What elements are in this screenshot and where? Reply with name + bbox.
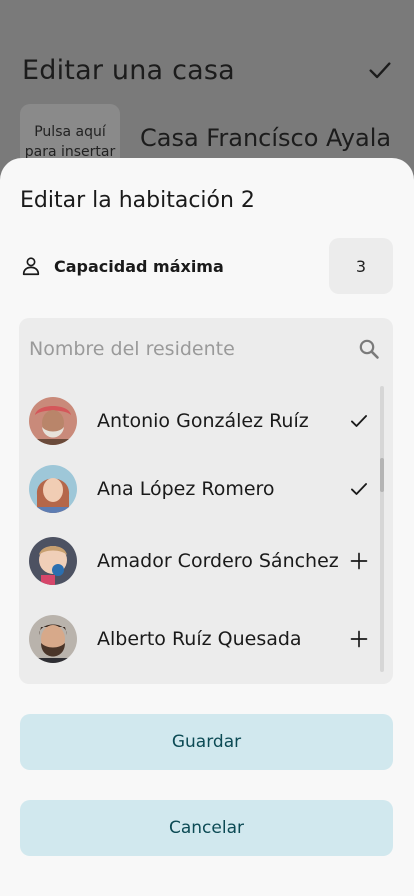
avatar [29,397,77,445]
capacity-value-field[interactable]: 3 [329,238,393,294]
resident-name: Amador Cordero Sánchez [97,550,339,572]
background-title: Editar una casa [22,54,235,86]
plus-icon[interactable] [339,541,379,581]
resident-name: Alberto Ruíz Quesada [97,628,302,650]
scrollbar-thumb[interactable] [380,458,384,492]
avatar [29,465,77,513]
edit-room-sheet: Editar la habitación 2 Capacidad máxima … [0,158,414,896]
house-name: Casa Francísco Ayala [140,124,392,152]
person-icon [22,257,40,276]
resident-list-item[interactable]: Alberto Ruíz Quesada [29,611,379,667]
resident-name: Ana López Romero [97,478,275,500]
capacity-label: Capacidad máxima [54,256,224,276]
resident-list: Antonio González Ruíz Ana López Romero A… [19,388,379,684]
background-header: Editar una casa [22,50,394,90]
residents-panel: Antonio González Ruíz Ana López Romero [19,318,393,684]
confirm-check-icon[interactable] [366,56,394,84]
check-icon[interactable] [339,469,379,509]
save-button[interactable]: Guardar [20,714,393,770]
resident-list-item[interactable]: Ana López Romero [29,461,379,517]
check-icon[interactable] [339,401,379,441]
cancel-button[interactable]: Cancelar [20,800,393,856]
plus-icon[interactable] [339,619,379,659]
resident-name: Antonio González Ruíz [97,410,309,432]
avatar [29,615,77,663]
resident-list-item[interactable]: Antonio González Ruíz [29,393,379,449]
list-scrollbar[interactable] [380,386,384,672]
search-icon[interactable] [357,337,381,361]
capacity-row: Capacidad máxima 3 [20,238,393,294]
sheet-title: Editar la habitación 2 [20,188,255,213]
photo-hint: Pulsa aquí para insertar [24,124,116,160]
resident-list-item[interactable]: Amador Cordero Sánchez [29,533,379,589]
resident-search-input[interactable] [29,338,357,360]
resident-search-bar [19,318,393,380]
avatar [29,537,77,585]
